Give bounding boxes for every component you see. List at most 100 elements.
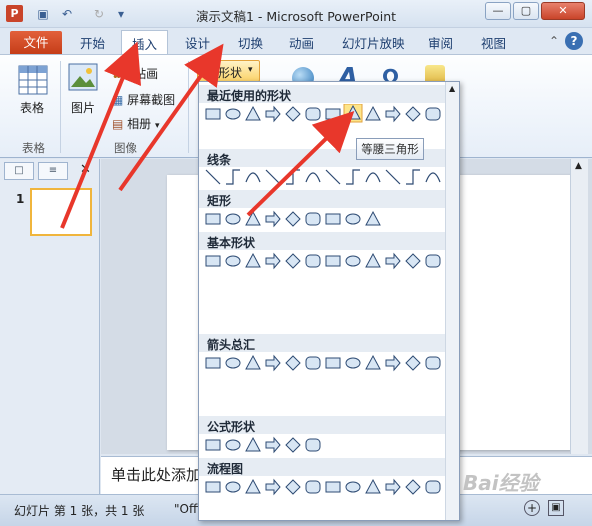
shape-option[interactable] bbox=[385, 354, 401, 372]
tab-animations[interactable]: 动画 bbox=[289, 33, 314, 52]
shape-option[interactable] bbox=[205, 481, 221, 493]
shape-option[interactable] bbox=[425, 356, 441, 370]
shape-option[interactable] bbox=[205, 255, 221, 267]
shape-option[interactable] bbox=[225, 108, 241, 120]
vertical-scrollbar[interactable]: ▲ bbox=[570, 159, 588, 454]
minimize-button[interactable]: — bbox=[485, 2, 511, 20]
shape-option[interactable] bbox=[405, 355, 421, 371]
shape-option[interactable] bbox=[365, 252, 381, 268]
shape-option[interactable] bbox=[245, 252, 261, 268]
shape-option[interactable] bbox=[365, 210, 381, 226]
tab-file[interactable]: 文件 bbox=[10, 31, 62, 54]
tab-view[interactable]: 视图 bbox=[481, 33, 506, 52]
shape-option[interactable] bbox=[385, 105, 401, 123]
shape-option[interactable] bbox=[305, 438, 321, 452]
shape-option[interactable] bbox=[305, 254, 321, 268]
shape-option[interactable] bbox=[265, 354, 281, 372]
shape-option[interactable] bbox=[405, 106, 421, 122]
close-button[interactable]: ✕ bbox=[541, 2, 585, 20]
shape-option[interactable] bbox=[325, 255, 341, 267]
slides-tab[interactable]: □ bbox=[4, 162, 34, 180]
shape-option[interactable] bbox=[325, 357, 341, 369]
line-option[interactable] bbox=[305, 172, 321, 183]
tab-insert[interactable]: 插入 bbox=[121, 30, 169, 55]
shape-option[interactable] bbox=[205, 357, 221, 369]
table-icon[interactable] bbox=[18, 65, 48, 95]
tab-transitions[interactable]: 切换 bbox=[238, 33, 263, 52]
tab-home[interactable]: 开始 bbox=[80, 33, 105, 52]
maximize-button[interactable]: ▢ bbox=[513, 2, 539, 20]
line-option[interactable] bbox=[425, 172, 441, 183]
shape-option[interactable] bbox=[205, 108, 221, 120]
shape-option[interactable] bbox=[345, 255, 361, 267]
shape-option[interactable] bbox=[265, 436, 281, 454]
collapse-ribbon-icon[interactable]: ⌃ bbox=[545, 32, 563, 50]
help-icon[interactable]: ? bbox=[565, 32, 583, 50]
clipart-button[interactable]: ✿剪贴画 bbox=[112, 65, 158, 82]
shape-option[interactable] bbox=[365, 105, 381, 121]
shape-option[interactable] bbox=[305, 356, 321, 370]
shape-option[interactable] bbox=[285, 437, 301, 453]
shape-option[interactable] bbox=[265, 478, 281, 496]
album-button[interactable]: ▤ 相册 ▾ bbox=[112, 115, 160, 132]
gallery-scroll-up-icon[interactable]: ▲ bbox=[449, 84, 455, 93]
flowchart-rows[interactable] bbox=[204, 477, 444, 497]
line-option[interactable] bbox=[385, 169, 401, 185]
line-option[interactable] bbox=[286, 169, 300, 185]
shape-option[interactable] bbox=[305, 480, 321, 494]
shape-option[interactable] bbox=[245, 436, 261, 452]
equation-shapes-row[interactable] bbox=[204, 435, 444, 455]
shape-option[interactable] bbox=[385, 478, 401, 496]
line-option[interactable] bbox=[406, 169, 420, 185]
shape-option[interactable] bbox=[345, 481, 361, 493]
shape-option[interactable] bbox=[245, 210, 261, 226]
rectangles-row[interactable] bbox=[204, 209, 444, 229]
close-pane-icon[interactable]: ✕ bbox=[80, 162, 91, 177]
picture-icon[interactable] bbox=[68, 63, 98, 93]
zoom-in-icon[interactable]: + bbox=[524, 500, 540, 516]
shape-option[interactable] bbox=[225, 213, 241, 225]
shape-option[interactable] bbox=[425, 107, 441, 121]
shape-option[interactable] bbox=[225, 439, 241, 451]
shape-option[interactable] bbox=[305, 212, 321, 226]
lines-row[interactable] bbox=[204, 168, 444, 188]
line-option[interactable] bbox=[325, 169, 341, 185]
shape-option[interactable] bbox=[285, 479, 301, 495]
slide-thumbnail[interactable] bbox=[30, 188, 92, 236]
shape-option[interactable] bbox=[285, 211, 301, 227]
shape-option[interactable] bbox=[345, 213, 361, 225]
shape-option[interactable] bbox=[425, 480, 441, 494]
shape-option[interactable] bbox=[225, 255, 241, 267]
shape-option[interactable] bbox=[245, 354, 261, 370]
screenshot-button[interactable]: ▦ 屏幕截图 bbox=[112, 91, 175, 108]
line-option[interactable] bbox=[226, 169, 240, 185]
shape-option[interactable] bbox=[405, 253, 421, 269]
shape-option[interactable] bbox=[385, 252, 401, 270]
shape-option[interactable] bbox=[225, 481, 241, 493]
shape-option[interactable] bbox=[265, 252, 281, 270]
shape-option[interactable] bbox=[265, 210, 281, 228]
shape-option[interactable] bbox=[245, 478, 261, 494]
line-option[interactable] bbox=[265, 169, 281, 185]
line-option[interactable] bbox=[205, 169, 221, 185]
line-option[interactable] bbox=[365, 172, 381, 183]
shape-option[interactable] bbox=[345, 357, 361, 369]
line-option[interactable] bbox=[245, 172, 261, 183]
shape-option[interactable] bbox=[285, 355, 301, 371]
picture-button-label[interactable]: 图片 bbox=[71, 99, 95, 116]
shape-option[interactable] bbox=[265, 105, 281, 123]
line-option[interactable] bbox=[346, 169, 360, 185]
shapes-button[interactable]: △ 形状 ▾ bbox=[197, 60, 260, 82]
shape-option[interactable] bbox=[305, 107, 321, 121]
shape-option[interactable] bbox=[205, 439, 221, 451]
shape-option[interactable] bbox=[325, 213, 341, 225]
shape-option[interactable] bbox=[285, 253, 301, 269]
shape-option[interactable] bbox=[225, 357, 241, 369]
scroll-up-icon[interactable]: ▲ bbox=[575, 161, 582, 171]
outline-tab[interactable]: ≡ bbox=[38, 162, 68, 180]
tab-slideshow[interactable]: 幻灯片放映 bbox=[342, 33, 405, 52]
tab-design[interactable]: 设计 bbox=[185, 33, 210, 52]
gallery-scrollbar[interactable]: ▲ bbox=[445, 82, 459, 520]
tab-review[interactable]: 审阅 bbox=[428, 33, 453, 52]
fit-window-icon[interactable]: ▣ bbox=[548, 500, 564, 516]
